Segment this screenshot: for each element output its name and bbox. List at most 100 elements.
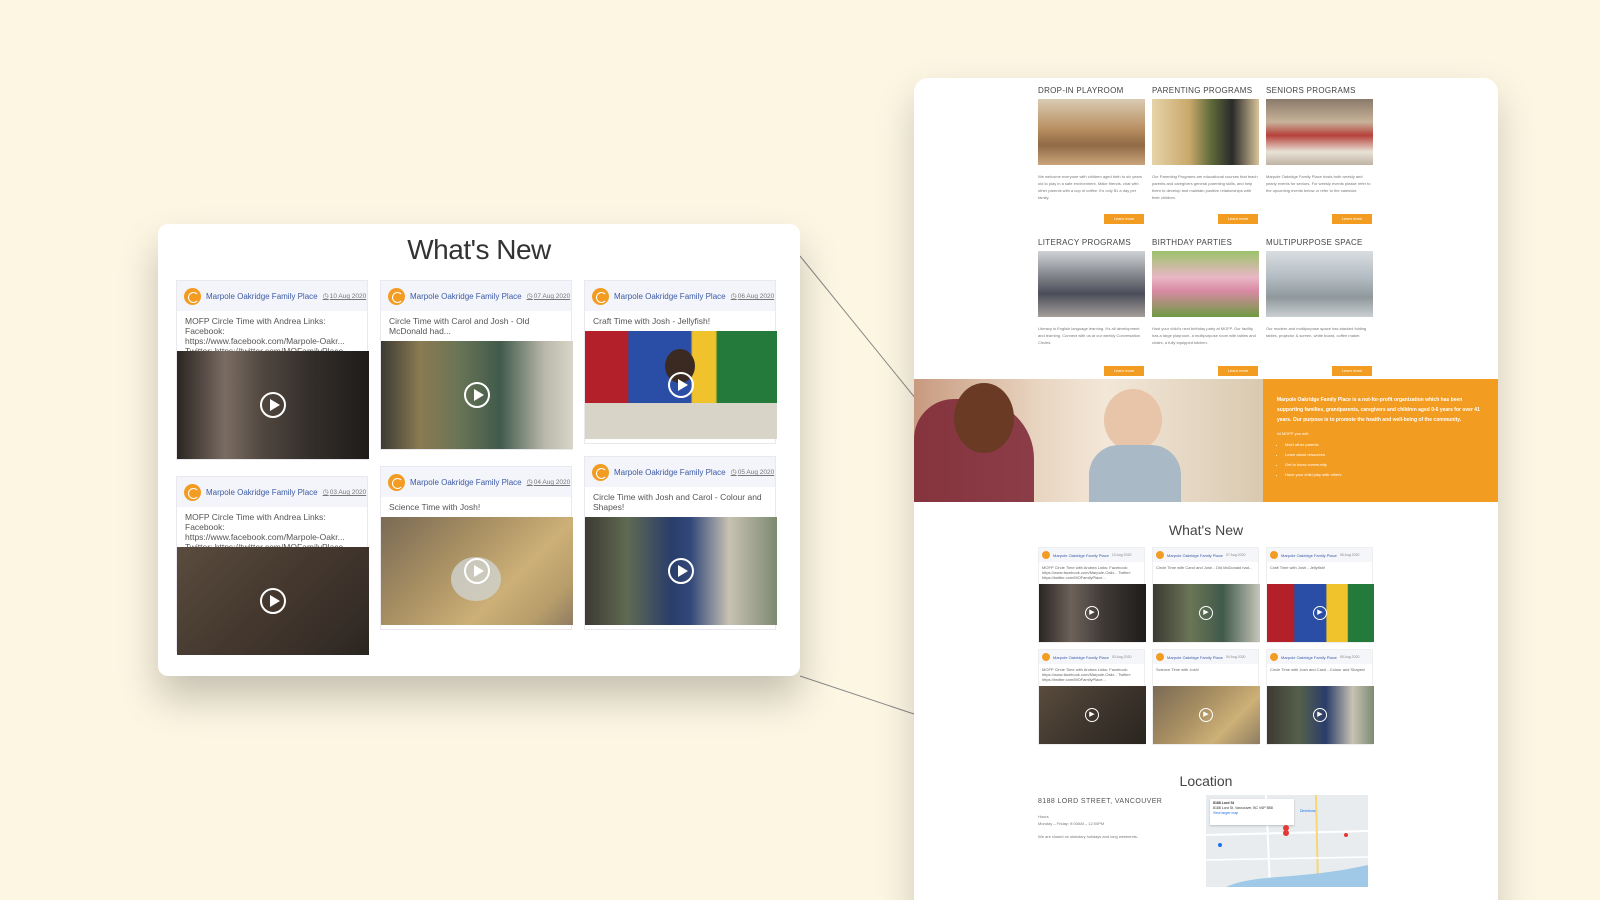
play-icon[interactable]: ▶	[1085, 708, 1099, 722]
feed-text: MOFP Circle Time with Andrea Links: Face…	[185, 512, 350, 552]
video-thumbnail[interactable]	[585, 517, 777, 625]
mini-feed-author[interactable]: Marpole Oakridge Family Place	[1281, 655, 1337, 660]
mini-feed-author[interactable]: Marpole Oakridge Family Place	[1053, 655, 1109, 660]
hero-image	[914, 379, 1263, 502]
mini-video-thumbnail[interactable]: ▶	[1267, 584, 1374, 642]
mini-feed-date[interactable]: 07 Aug 2020	[1226, 553, 1246, 557]
mini-feed-header: Marpole Oakridge Family Place 07 Aug 202…	[1153, 548, 1258, 562]
play-icon[interactable]: ▶	[1085, 606, 1099, 620]
feed-card[interactable]: Marpole Oakridge Family Place ◷04 Aug 20…	[380, 466, 573, 630]
mini-feed-text: Circle Time with Josh and Carol - Colour…	[1270, 667, 1366, 672]
program-title: DROP-IN PLAYROOM	[1038, 86, 1124, 95]
video-thumbnail[interactable]	[381, 341, 573, 449]
learn-more-button[interactable]: Learn more	[1218, 366, 1258, 376]
hours-text: Monday – Friday: 9:00AM – 12:00PM	[1038, 821, 1105, 826]
feed-card[interactable]: Marpole Oakridge Family Place ◷07 Aug 20…	[380, 280, 573, 450]
feed-date[interactable]: ◷05 Aug 2020	[731, 468, 775, 476]
feed-author[interactable]: Marpole Oakridge Family Place	[614, 468, 726, 477]
program-image	[1038, 99, 1145, 165]
avatar-logo-icon	[388, 473, 405, 491]
feed-card[interactable]: Marpole Oakridge Family Place ◷06 Aug 20…	[584, 280, 777, 444]
whats-new-title: What's New	[407, 234, 551, 265]
feed-date[interactable]: ◷07 Aug 2020	[527, 292, 571, 300]
avatar-logo-icon	[388, 287, 405, 305]
mini-feed-date[interactable]: 03 Aug 2020	[1112, 655, 1132, 659]
feed-author[interactable]: Marpole Oakridge Family Place	[206, 488, 318, 497]
play-icon[interactable]: ▶	[1199, 708, 1213, 722]
feed-card[interactable]: Marpole Oakridge Family Place ◷03 Aug 20…	[176, 476, 369, 655]
mini-feed-date[interactable]: 06 Aug 2020	[1340, 553, 1360, 557]
feed-date[interactable]: ◷03 Aug 2020	[323, 488, 367, 496]
avatar-logo-icon	[592, 287, 609, 305]
view-larger-map-link[interactable]: View larger map	[1213, 811, 1291, 816]
learn-more-button[interactable]: Learn more	[1104, 214, 1144, 224]
mini-video-thumbnail[interactable]: ▶	[1039, 686, 1146, 744]
website-page-preview: DROP-IN PLAYROOM We welcome everyone wit…	[914, 78, 1498, 900]
mini-feed-author[interactable]: Marpole Oakridge Family Place	[1053, 553, 1109, 558]
play-icon[interactable]: ▶	[1313, 708, 1327, 722]
program-title: BIRTHDAY PARTIES	[1152, 238, 1233, 247]
program-title: SENIORS PROGRAMS	[1266, 86, 1356, 95]
mini-video-thumbnail[interactable]: ▶	[1153, 584, 1260, 642]
learn-more-button[interactable]: Learn more	[1218, 214, 1258, 224]
learn-more-button[interactable]: Learn more	[1332, 214, 1372, 224]
mini-feed-card[interactable]: Marpole Oakridge Family Place 06 Aug 202…	[1266, 547, 1374, 643]
avatar-logo-icon	[1042, 653, 1050, 661]
program-image	[1266, 99, 1373, 165]
play-icon[interactable]	[668, 372, 694, 398]
mini-feed-card[interactable]: Marpole Oakridge Family Place 07 Aug 202…	[1152, 547, 1260, 643]
learn-more-button[interactable]: Learn more	[1104, 366, 1144, 376]
feed-header: Marpole Oakridge Family Place ◷10 Aug 20…	[177, 281, 367, 311]
mini-feed-date[interactable]: 10 Aug 2020	[1112, 553, 1132, 557]
location-map[interactable]: 8188 Lord St 8188 Lord St, Vancouver, BC…	[1206, 795, 1368, 887]
feed-date[interactable]: ◷10 Aug 2020	[323, 292, 367, 300]
map-directions-link[interactable]: Directions	[1300, 809, 1316, 813]
play-icon[interactable]	[464, 558, 490, 584]
feed-author[interactable]: Marpole Oakridge Family Place	[410, 478, 522, 487]
mini-feed-text: MOFP Circle Time with Andrea Links: Face…	[1042, 565, 1132, 580]
feed-card[interactable]: Marpole Oakridge Family Place ◷05 Aug 20…	[584, 456, 777, 630]
program-card: SENIORS PROGRAMS Marpole Oakridge Family…	[1266, 86, 1373, 228]
feed-card[interactable]: Marpole Oakridge Family Place ◷10 Aug 20…	[176, 280, 369, 460]
feed-author[interactable]: Marpole Oakridge Family Place	[410, 292, 522, 301]
hero-subheading: At MOFP you will:	[1277, 431, 1309, 436]
play-icon[interactable]: ▶	[1199, 606, 1213, 620]
learn-more-button[interactable]: Learn more	[1332, 366, 1372, 376]
program-image	[1266, 251, 1373, 317]
mini-feed-date[interactable]: 04 Aug 2020	[1226, 655, 1246, 659]
map-info-card: 8188 Lord St 8188 Lord St, Vancouver, BC…	[1210, 799, 1294, 825]
program-text: We welcome everyone with children aged b…	[1038, 174, 1142, 200]
feed-header: Marpole Oakridge Family Place ◷05 Aug 20…	[585, 457, 775, 487]
mini-feed-author[interactable]: Marpole Oakridge Family Place	[1281, 553, 1337, 558]
video-thumbnail[interactable]	[177, 351, 369, 459]
mini-video-thumbnail[interactable]: ▶	[1153, 686, 1260, 744]
mini-feed-card[interactable]: Marpole Oakridge Family Place 03 Aug 202…	[1038, 649, 1146, 745]
feed-date[interactable]: ◷06 Aug 2020	[731, 292, 775, 300]
video-thumbnail[interactable]	[177, 547, 369, 655]
play-icon[interactable]	[260, 392, 286, 418]
play-icon[interactable]	[668, 558, 694, 584]
play-icon[interactable]	[464, 382, 490, 408]
mini-feed-card[interactable]: Marpole Oakridge Family Place 10 Aug 202…	[1038, 547, 1146, 643]
feed-author[interactable]: Marpole Oakridge Family Place	[206, 292, 318, 301]
feed-date[interactable]: ◷04 Aug 2020	[527, 478, 571, 486]
video-thumbnail[interactable]	[381, 517, 573, 625]
mini-feed-card[interactable]: Marpole Oakridge Family Place 04 Aug 202…	[1152, 649, 1260, 745]
mini-feed-date[interactable]: 05 Aug 2020	[1340, 655, 1360, 659]
avatar-logo-icon	[1270, 653, 1278, 661]
program-text: Marpole Oakridge Family Place hosts both…	[1266, 174, 1371, 193]
mini-video-thumbnail[interactable]: ▶	[1267, 686, 1374, 744]
mini-feed-author[interactable]: Marpole Oakridge Family Place	[1167, 655, 1223, 660]
feed-author[interactable]: Marpole Oakridge Family Place	[614, 292, 726, 301]
mini-video-thumbnail[interactable]: ▶	[1039, 584, 1146, 642]
program-card: MULTIPURPOSE SPACE Our modern and multip…	[1266, 238, 1373, 380]
hero-list: Meet other parents Learn about resources…	[1277, 440, 1486, 480]
play-icon[interactable]: ▶	[1313, 606, 1327, 620]
feed-header: Marpole Oakridge Family Place ◷03 Aug 20…	[177, 477, 367, 507]
play-icon[interactable]	[260, 588, 286, 614]
mini-feed-card[interactable]: Marpole Oakridge Family Place 05 Aug 202…	[1266, 649, 1374, 745]
video-thumbnail[interactable]	[585, 331, 777, 439]
mini-feed-author[interactable]: Marpole Oakridge Family Place	[1167, 553, 1223, 558]
hero-banner: Marpole Oakridge Family Place is a not-f…	[914, 379, 1498, 502]
program-card: PARENTING PROGRAMS Our Parenting Program…	[1152, 86, 1259, 228]
